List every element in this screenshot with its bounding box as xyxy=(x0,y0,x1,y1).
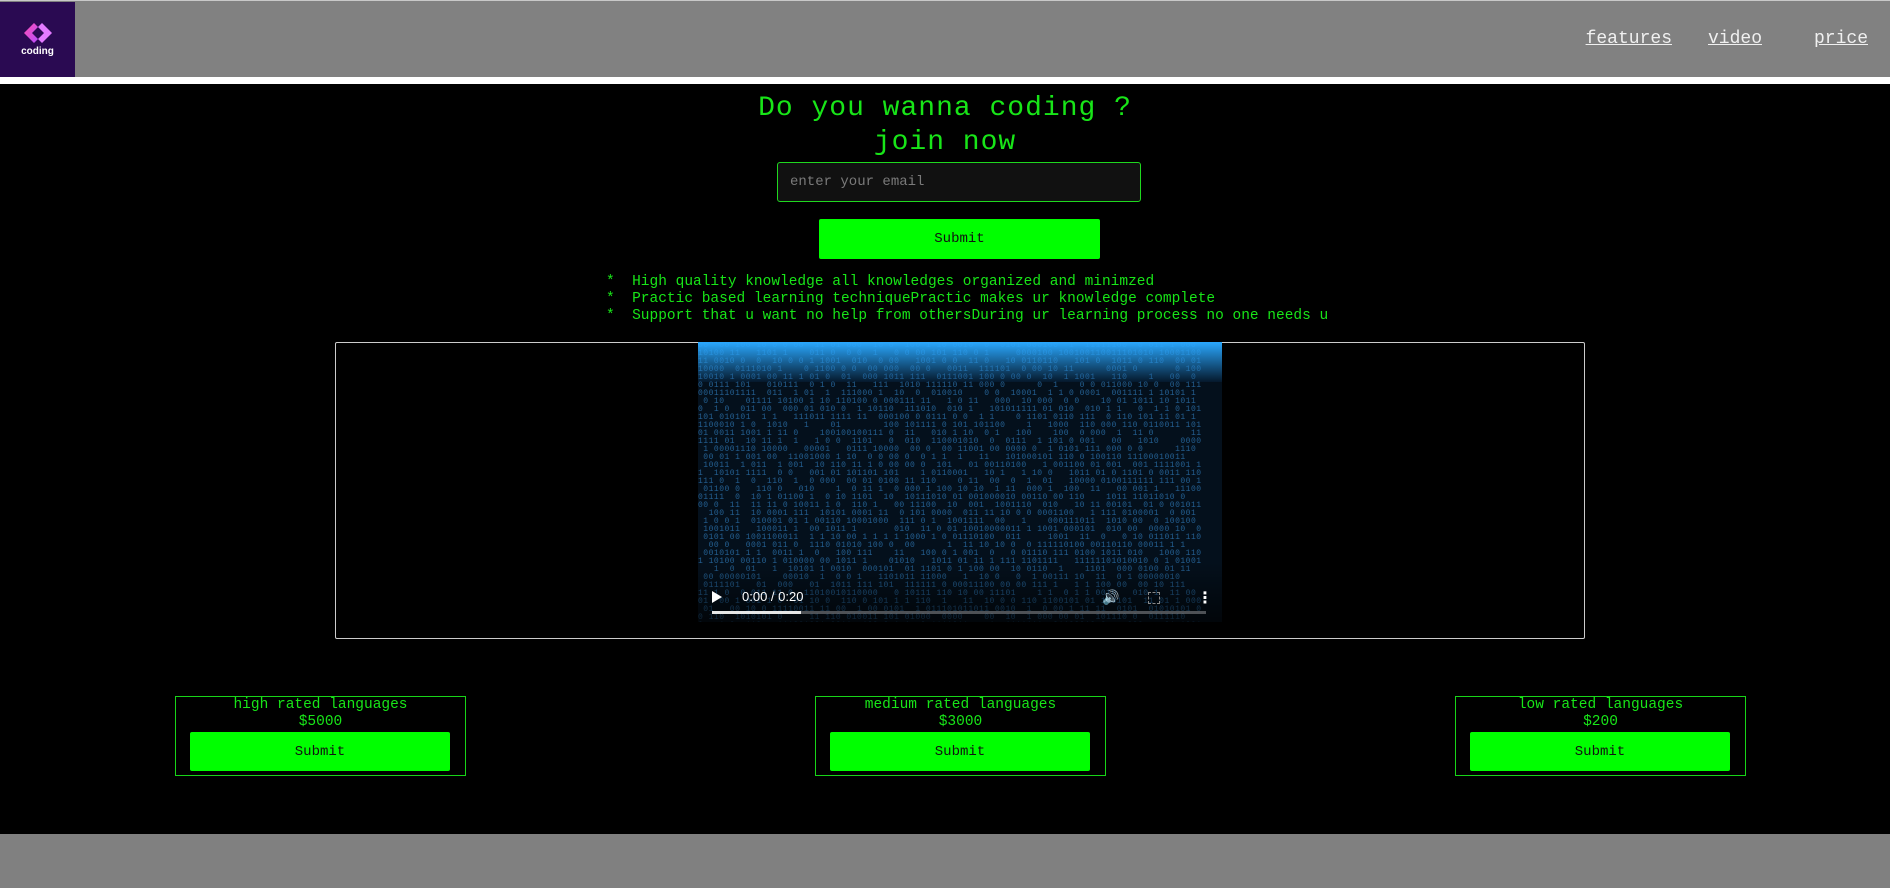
hero-subtitle: join now xyxy=(873,127,1017,158)
feature-list: * High quality knowledge all knowledges … xyxy=(606,274,1328,325)
email-input[interactable] xyxy=(777,162,1141,202)
pricing-submit-button[interactable]: Submit xyxy=(1470,732,1730,771)
more-options-icon[interactable]: ⋮ xyxy=(1197,588,1213,607)
pricing-card-low: low rated languages $200 Submit xyxy=(1455,696,1746,776)
footer xyxy=(0,834,1890,888)
volume-icon[interactable]: 🔊 xyxy=(1102,590,1119,606)
video-controls: 0:00 / 0:20 🔊 ⋮ xyxy=(698,562,1222,622)
fullscreen-icon[interactable] xyxy=(1148,592,1160,604)
nav-link-features[interactable]: features xyxy=(1586,29,1672,49)
video-player[interactable]: 00 00 100 10 0 0 00 11 01 000 10 0 100 1… xyxy=(698,342,1222,622)
main-section: Do you wanna coding ? join now Submit * … xyxy=(0,84,1890,834)
pricing-card-title: low rated languages xyxy=(1517,697,1684,713)
video-glow xyxy=(698,342,1222,382)
video-time: 0:00 / 0:20 xyxy=(742,589,804,604)
code-brackets-icon xyxy=(23,23,52,43)
pricing-card-title: medium rated languages xyxy=(864,697,1057,713)
nav-link-price[interactable]: price xyxy=(1814,29,1868,49)
pricing-card-price: $200 xyxy=(1583,714,1618,730)
pricing-submit-button[interactable]: Submit xyxy=(190,732,450,771)
pricing-submit-button[interactable]: Submit xyxy=(830,732,1090,771)
video-progress-fill xyxy=(712,611,801,614)
pricing-card-title: high rated languages xyxy=(233,697,408,713)
pricing-card-price: $3000 xyxy=(938,714,983,730)
pricing-card-medium: medium rated languages $3000 Submit xyxy=(815,696,1106,776)
play-icon[interactable] xyxy=(712,591,722,603)
header-divider xyxy=(0,77,1890,84)
hero-submit-button[interactable]: Submit xyxy=(819,219,1100,259)
nav-link-video[interactable]: video xyxy=(1708,29,1762,49)
pricing-card-high: high rated languages $5000 Submit xyxy=(175,696,466,776)
logo-text: coding xyxy=(21,46,54,57)
feature-item: * High quality knowledge all knowledges … xyxy=(606,274,1155,290)
feature-item: * Practic based learning techniquePracti… xyxy=(606,291,1216,307)
logo[interactable]: coding xyxy=(0,2,75,77)
site-header: coding features video price xyxy=(0,0,1890,77)
pricing-card-price: $5000 xyxy=(298,714,343,730)
feature-item: * Support that u want no help from other… xyxy=(606,308,1329,324)
video-progress-bar[interactable] xyxy=(712,611,1206,614)
hero-title: Do you wanna coding ? xyxy=(758,93,1132,124)
